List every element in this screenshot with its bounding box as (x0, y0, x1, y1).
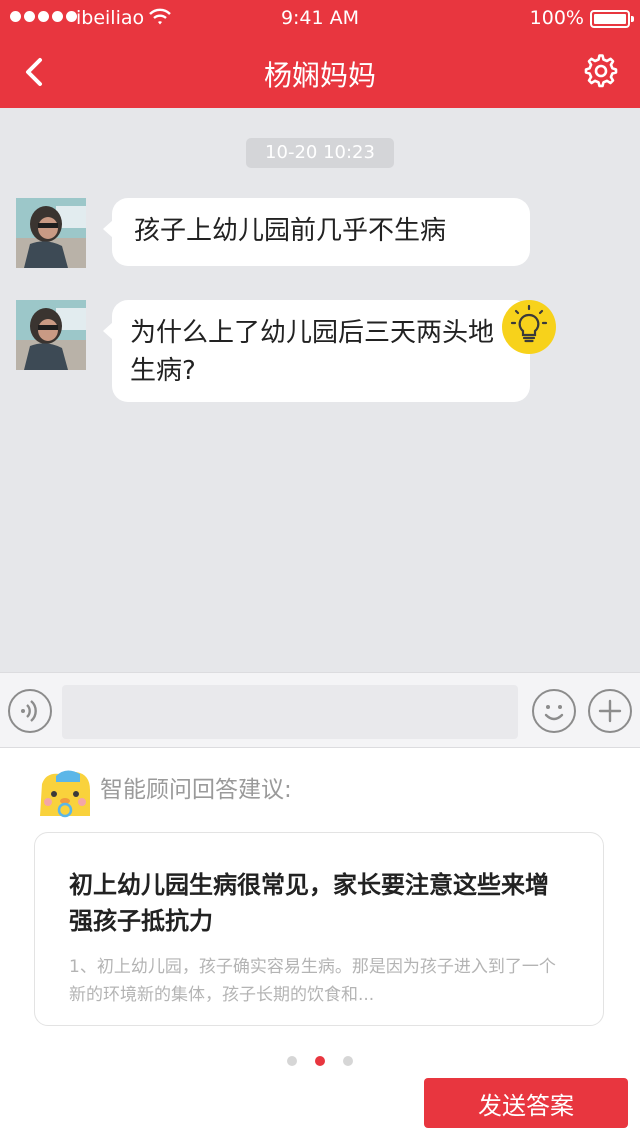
message-timestamp: 10-20 10:23 (246, 138, 394, 168)
message-text: 孩子上幼儿园前几乎不生病 (134, 216, 447, 246)
voice-button[interactable] (8, 689, 52, 733)
page-dot[interactable] (287, 1056, 297, 1066)
suggestion-title: 初上幼儿园生病很常见，家长要注意这些来增强孩子抵抗力 (69, 871, 549, 935)
page-dot[interactable] (343, 1056, 353, 1066)
gear-icon (584, 54, 618, 88)
battery-percent: 100% (529, 7, 584, 29)
suggestion-preview: 1、初上幼儿园，孩子确实容易生病。那是因为孩子进入到了一个新的环境新的集体，孩子… (69, 957, 556, 1005)
page-dot-active[interactable] (315, 1056, 325, 1066)
send-answer-button[interactable]: 发送答案 (424, 1078, 628, 1128)
page-indicator[interactable] (0, 1056, 640, 1066)
input-bar (0, 672, 640, 748)
lightbulb-icon[interactable] (502, 300, 556, 354)
avatar[interactable] (16, 198, 86, 268)
emoji-icon (544, 705, 564, 721)
mascot-icon (36, 764, 94, 822)
message-input[interactable] (62, 685, 518, 739)
message-bubble[interactable]: 为什么上了幼儿园后三天两头地生病? (103, 300, 530, 402)
battery-icon (590, 10, 634, 28)
plus-icon (598, 699, 622, 723)
suggestion-panel: 智能顾问回答建议: 初上幼儿园生病很常见，家长要注意这些来增强孩子抵抗力 1、初… (0, 748, 640, 1138)
status-bar: ibeiliao 9:41 AM 100% (0, 0, 640, 38)
settings-button[interactable] (584, 54, 618, 88)
chat-area[interactable]: 10-20 10:23 孩子上幼儿园前几乎不生病 为什么上了幼儿园后三天两头地生… (0, 108, 640, 672)
suggestions-label: 智能顾问回答建议: (100, 777, 292, 803)
voice-icon (21, 700, 37, 722)
message-bubble[interactable]: 孩子上幼儿园前几乎不生病 (103, 198, 530, 266)
avatar[interactable] (16, 300, 86, 370)
suggestion-card[interactable]: 初上幼儿园生病很常见，家长要注意这些来增强孩子抵抗力 1、初上幼儿园，孩子确实容… (34, 832, 604, 1026)
page-title: 杨娴妈妈 (263, 59, 376, 92)
message-text: 为什么上了幼儿园后三天两头地生病? (130, 318, 495, 386)
plus-button[interactable] (588, 689, 632, 733)
top-bar: ibeiliao 9:41 AM 100% 杨娴妈妈 (0, 0, 640, 108)
emoji-button[interactable] (532, 689, 576, 733)
